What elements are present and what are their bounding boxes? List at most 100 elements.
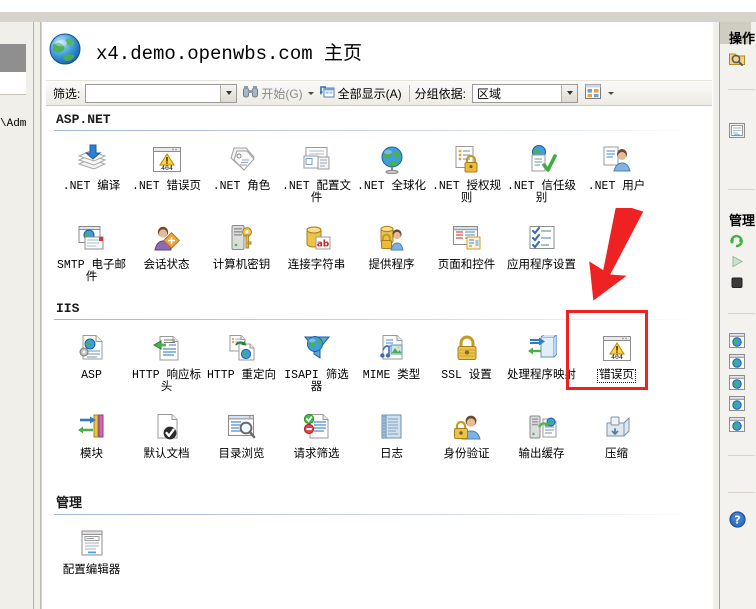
globe-icon <box>48 32 82 71</box>
chevron-down-icon[interactable] <box>608 91 615 95</box>
action-stop[interactable] <box>726 274 756 295</box>
tile-label: SSL 设置 <box>441 369 492 382</box>
feature-tile-smtp-email[interactable]: SMTP 电子邮件 <box>54 217 129 289</box>
mime-types-icon <box>375 331 409 365</box>
feature-tile-dotnet-roles[interactable]: .NET 角色 <box>204 138 279 210</box>
feature-tile-http-redirect[interactable]: HTTP 重定向 <box>204 327 279 399</box>
feature-tile-connection-strings[interactable]: ab 连接字符串 <box>279 217 354 289</box>
feature-tile-dotnet-compile[interactable]: .NET 编译 <box>54 138 129 210</box>
tile-row: SMTP 电子邮件 会话状态 计算机密钥 ab 连接字符串 提供程序 页面和控件… <box>46 210 712 289</box>
pages-controls-icon <box>450 221 484 255</box>
error-404-page-icon: 404 <box>600 331 634 365</box>
default-document-icon <box>150 410 184 444</box>
tile-label: 压缩 <box>605 448 628 461</box>
filter-label: 筛选: <box>53 86 81 101</box>
feature-tile-ssl-settings[interactable]: SSL 设置 <box>429 327 504 399</box>
feature-tile-dotnet-users[interactable]: .NET 用户 <box>579 138 654 210</box>
feature-tile-pages-and-controls[interactable]: 页面和控件 <box>429 217 504 289</box>
left-tree-pane-clipped[interactable]: \Adm <box>0 22 41 609</box>
actions-spacer <box>726 143 756 157</box>
action-browse-website-5[interactable] <box>726 416 756 437</box>
actions-divider <box>728 189 755 190</box>
feature-tile-dotnet-globalization[interactable]: .NET 全球化 <box>354 138 429 210</box>
feature-tile-directory-browsing[interactable]: 目录浏览 <box>204 406 279 478</box>
feature-tile-authentication[interactable]: 身份验证 <box>429 406 504 478</box>
filter-input[interactable] <box>85 83 238 103</box>
logging-book-icon <box>375 410 409 444</box>
show-all-icon <box>318 85 335 101</box>
actions-spacer <box>726 474 756 488</box>
feature-tile-compression[interactable]: 压缩 <box>579 406 654 478</box>
feature-tile-application-settings[interactable]: 应用程序设置 <box>504 217 579 289</box>
action-explore[interactable] <box>726 50 756 71</box>
ssl-lock-icon <box>450 331 484 365</box>
tile-label: SMTP 电子邮件 <box>56 259 126 284</box>
tile-label: 连接字符串 <box>287 259 346 272</box>
feature-tile-dotnet-trust-levels[interactable]: .NET 信任级别 <box>504 138 579 210</box>
actions-spacer <box>726 94 756 108</box>
browse-website-icon <box>729 353 745 374</box>
action-browse-website-4[interactable] <box>726 395 756 416</box>
go-dropdown-arrow[interactable] <box>307 91 314 95</box>
feature-tile-session-state[interactable]: 会话状态 <box>129 217 204 289</box>
feature-tile-machine-key[interactable]: 计算机密钥 <box>204 217 279 289</box>
error-404-page-icon: 404 <box>150 142 184 176</box>
feature-tile-dotnet-authorization-rules[interactable]: .NET 授权规则 <box>429 138 504 210</box>
action-basic-settings[interactable] <box>726 122 756 143</box>
feature-tile-http-response-headers[interactable]: HTTP 响应标头 <box>129 327 204 399</box>
actions-pane-title: 操作 <box>729 32 756 47</box>
feature-tile-logging[interactable]: 日志 <box>354 406 429 478</box>
feature-tile-configuration-editor[interactable]: 配置编辑器 <box>54 522 129 594</box>
chevron-down-icon[interactable] <box>561 84 578 102</box>
request-filtering-icon <box>300 410 334 444</box>
feature-tile-dotnet-profile[interactable]: .NET 配置文件 <box>279 138 354 210</box>
tile-label: ISAPI 筛选器 <box>284 369 349 394</box>
action-restart[interactable] <box>726 232 756 253</box>
feature-tile-modules[interactable]: 模块 <box>54 406 129 478</box>
window-chrome-top <box>0 0 756 23</box>
start-icon <box>729 254 745 274</box>
feature-tile-default-document[interactable]: 默认文档 <box>129 406 204 478</box>
action-help[interactable]: ? <box>726 510 756 532</box>
feature-group-iis: IIS ASP HTTP 响应标头 HTTP 重定向 ISAPI 筛选器 MIM… <box>46 295 712 478</box>
app-settings-icon <box>525 221 559 255</box>
feature-tile-asp[interactable]: ASP <box>54 327 129 399</box>
action-browse-website-2[interactable] <box>726 353 756 374</box>
main-content-pane: x4.demo.openwbs.com 主页 筛选: 开始(G) 全部显示(A)… <box>41 22 719 609</box>
tile-label-selected: 错误页 <box>597 369 636 383</box>
feature-tile-handler-mappings[interactable]: 处理程序映射 <box>504 327 579 399</box>
feature-tile-output-caching[interactable]: 输出缓存 <box>504 406 579 478</box>
actions-spacer <box>726 171 756 185</box>
go-button[interactable]: 开始(G) <box>243 85 303 102</box>
group-by-select[interactable]: 区域 <box>472 83 579 103</box>
tile-row: 配置编辑器 <box>46 515 712 594</box>
action-browse-website-1[interactable] <box>726 332 756 353</box>
actions-spacer <box>726 318 756 332</box>
feature-tile-request-filtering[interactable]: 请求筛选 <box>279 406 354 478</box>
group-header: IIS <box>56 301 80 316</box>
chevron-down-icon[interactable] <box>220 84 237 102</box>
feature-group-aspnet: ASP.NET .NET 编译 404 .NET 错误页 .NET 角色 .NE… <box>46 106 712 289</box>
feature-tile-error-pages[interactable]: 404 错误页 <box>579 327 654 399</box>
show-all-button[interactable]: 全部显示(A) <box>318 85 402 102</box>
tile-label: 输出缓存 <box>518 448 565 461</box>
feature-tile-mime-types[interactable]: MIME 类型 <box>354 327 429 399</box>
compression-icon <box>600 410 634 444</box>
feature-tile-isapi-filters[interactable]: ISAPI 筛选器 <box>279 327 354 399</box>
profile-config-icon <box>300 142 334 176</box>
feature-tile-dotnet-error-pages[interactable]: 404 .NET 错误页 <box>129 138 204 210</box>
actions-pane: 操作 管理 ? <box>719 22 756 609</box>
tile-row: 模块 默认文档 目录浏览 请求筛选 日志 身份验证 输出缓存 压缩 <box>46 399 712 478</box>
feature-grid[interactable]: ASP.NET .NET 编译 404 .NET 错误页 .NET 角色 .NE… <box>46 106 712 605</box>
action-start[interactable] <box>726 253 756 274</box>
group-header: 管理 <box>56 496 83 511</box>
tile-label: 页面和控件 <box>437 259 496 272</box>
svg-text:404: 404 <box>611 353 623 361</box>
feature-tile-providers[interactable]: 提供程序 <box>354 217 429 289</box>
group-by-label: 分组依据: <box>414 86 467 101</box>
tile-label: .NET 授权规则 <box>431 180 501 205</box>
http-redirect-icon <box>225 331 259 365</box>
view-mode-button[interactable] <box>585 84 615 102</box>
tile-label: 处理程序映射 <box>507 369 576 382</box>
action-browse-website-3[interactable] <box>726 374 756 395</box>
